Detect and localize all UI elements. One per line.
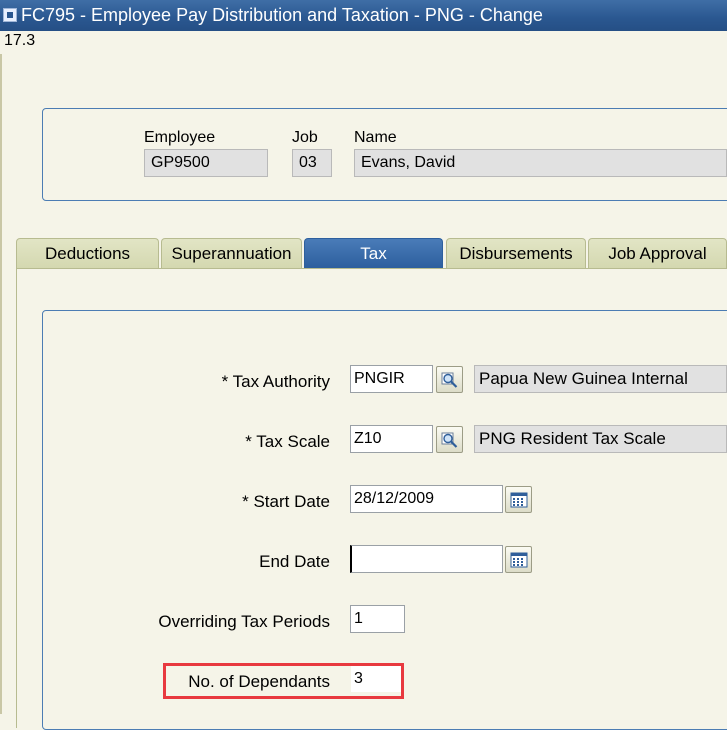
employee-label: Employee [144, 129, 216, 146]
dependants-input[interactable]: 3 [350, 665, 405, 693]
tax-authority-description: Papua New Guinea Internal [474, 365, 727, 393]
tab-deductions[interactable]: Deductions [16, 238, 159, 268]
name-field[interactable]: Evans, David [354, 149, 727, 177]
calendar-icon [510, 492, 528, 508]
start-date-calendar-button[interactable] [505, 486, 532, 513]
tax-scale-label: * Tax Scale [245, 432, 330, 451]
overriding-tax-periods-input[interactable]: 1 [350, 605, 405, 633]
employee-field[interactable]: GP9500 [144, 149, 268, 177]
tax-scale-description: PNG Resident Tax Scale [474, 425, 727, 453]
magnifier-icon [441, 372, 458, 388]
dependants-label: No. of Dependants [188, 672, 330, 691]
tab-strip: Deductions Superannuation Tax Disburseme… [16, 238, 727, 268]
calendar-icon [510, 552, 528, 568]
job-field[interactable]: 03 [292, 149, 332, 177]
tax-authority-lookup-button[interactable] [436, 366, 463, 393]
version-label: 17.3 [4, 32, 36, 49]
tax-authority-label: * Tax Authority [221, 372, 330, 391]
tab-superannuation[interactable]: Superannuation [161, 238, 302, 268]
end-date-calendar-button[interactable] [505, 546, 532, 573]
name-label: Name [354, 129, 397, 146]
tab-tax[interactable]: Tax [304, 238, 443, 268]
start-date-label: * Start Date [242, 492, 330, 511]
tab-job-approval[interactable]: Job Approval [588, 238, 727, 268]
start-date-input[interactable]: 28/12/2009 [350, 485, 503, 513]
overriding-tax-periods-label: Overriding Tax Periods [158, 612, 330, 631]
end-date-label: End Date [259, 552, 330, 571]
app-icon [3, 8, 17, 22]
tax-scale-lookup-button[interactable] [436, 426, 463, 453]
tab-disbursements[interactable]: Disbursements [446, 238, 586, 268]
left-border [0, 54, 2, 714]
tax-scale-input[interactable]: Z10 [350, 425, 433, 453]
window-title-bar: FC795 - Employee Pay Distribution and Ta… [0, 0, 727, 31]
job-label: Job [292, 129, 318, 146]
end-date-input[interactable] [350, 545, 503, 573]
tax-authority-input[interactable]: PNGIR [350, 365, 433, 393]
window-title: FC795 - Employee Pay Distribution and Ta… [21, 5, 543, 25]
magnifier-icon [441, 432, 458, 448]
